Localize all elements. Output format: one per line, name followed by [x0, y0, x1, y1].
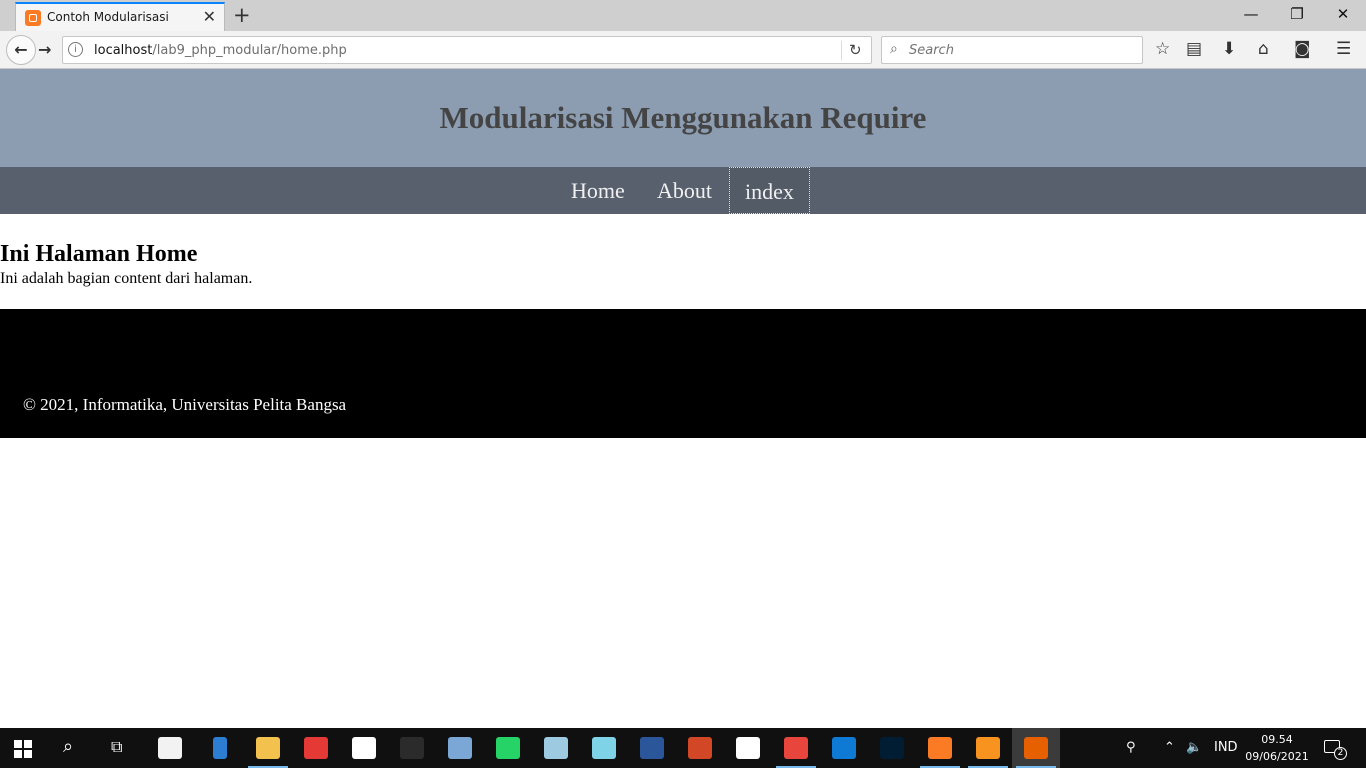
page-header: Modularisasi Menggunakan Require: [0, 69, 1366, 167]
presentation-app-icon: [688, 737, 712, 759]
system-clock[interactable]: 09.54 09/06/2021: [1240, 731, 1314, 765]
virtualbox-app-taskbar-button[interactable]: [436, 728, 484, 768]
search-bar[interactable]: ⌕ Search: [881, 36, 1143, 64]
whatsapp-app-icon: [496, 737, 520, 759]
sublime-app-icon: [976, 737, 1000, 759]
restore-window-icon[interactable]: ❐: [1274, 0, 1320, 30]
new-tab-icon[interactable]: +: [233, 3, 251, 27]
paint-app-taskbar-button[interactable]: [532, 728, 580, 768]
close-tab-icon[interactable]: ✕: [203, 7, 216, 27]
search-taskbar-icon: ⌕: [63, 736, 74, 757]
show-hidden-icons-icon[interactable]: ⌃: [1164, 728, 1175, 768]
word-app-icon: [640, 737, 664, 759]
people-icon[interactable]: ⚲: [1126, 728, 1136, 768]
page-navigation: Home About index: [0, 167, 1366, 214]
nav-link-home[interactable]: Home: [556, 167, 640, 214]
word-doc-app-taskbar-button[interactable]: [724, 728, 772, 768]
forward-arrow-icon[interactable]: →: [38, 40, 51, 59]
home-icon[interactable]: ⌂: [1258, 39, 1269, 59]
terminal-app-taskbar-button[interactable]: [388, 728, 436, 768]
whatsapp-app-taskbar-button[interactable]: [484, 728, 532, 768]
task-view-button[interactable]: ⧉: [96, 728, 144, 768]
firefox-app-icon: [1024, 737, 1048, 759]
action-center-button[interactable]: 2: [1322, 738, 1347, 760]
browser-tab-bar: Contoh Modularisasi ✕ + — ❐ ✕: [0, 0, 1366, 31]
browser-tab[interactable]: Contoh Modularisasi ✕: [15, 2, 225, 31]
xampp-app-taskbar-button[interactable]: [916, 728, 964, 768]
nav-link-about[interactable]: About: [642, 167, 727, 214]
task-view-icon: ⧉: [111, 737, 123, 756]
back-arrow-icon[interactable]: ←: [6, 35, 36, 65]
pocket-icon[interactable]: ◙: [1294, 39, 1311, 59]
xampp-favicon-icon: [25, 10, 41, 26]
clock-date: 09/06/2021: [1245, 750, 1309, 763]
language-indicator[interactable]: IND: [1214, 728, 1238, 768]
app-icon: [213, 737, 227, 759]
footer-text: © 2021, Informatika, Universitas Pelita …: [23, 395, 347, 414]
search-placeholder: Search: [909, 43, 954, 58]
clock-time: 09.54: [1261, 733, 1293, 746]
minimize-window-icon[interactable]: —: [1228, 0, 1274, 30]
reading-list-icon[interactable]: ▤: [1186, 39, 1202, 59]
close-window-icon[interactable]: ✕: [1320, 0, 1366, 30]
mail-app-taskbar-button[interactable]: [340, 728, 388, 768]
word-doc-app-icon: [736, 737, 760, 759]
start-button[interactable]: [0, 728, 48, 768]
notes-app-taskbar-button[interactable]: [580, 728, 628, 768]
xampp-app-icon: [928, 737, 952, 759]
presentation-app-taskbar-button[interactable]: [676, 728, 724, 768]
reload-icon[interactable]: ↻: [849, 41, 862, 59]
url-path: /lab9_php_modular/home.php: [152, 43, 347, 58]
file-explorer-icon: [256, 737, 280, 759]
search-icon: ⌕: [890, 41, 898, 57]
page-title: Modularisasi Menggunakan Require: [439, 100, 927, 135]
store-icon: [158, 737, 182, 759]
url-text[interactable]: localhost/lab9_php_modular/home.php: [94, 43, 347, 58]
content-heading: Ini Halaman Home: [0, 241, 198, 267]
notification-badge: 2: [1334, 747, 1347, 760]
page-content: Ini Halaman Home Ini adalah bagian conte…: [0, 240, 1366, 290]
page-footer: © 2021, Informatika, Universitas Pelita …: [0, 309, 1366, 438]
virtualbox-app-icon: [448, 737, 472, 759]
windows-taskbar: ⌕ ⧉ ⚲ ⌃ 🔈 IND 09.54 09/06/2021 2: [0, 728, 1366, 768]
photoshop-app-icon: [880, 737, 904, 759]
paint-app-icon: [544, 737, 568, 759]
tab-title: Contoh Modularisasi: [47, 10, 169, 24]
chrome-app-taskbar-button[interactable]: [772, 728, 820, 768]
gift-app-taskbar-button[interactable]: [292, 728, 340, 768]
browser-toolbar: ← → i localhost/lab9_php_modular/home.ph…: [0, 31, 1366, 69]
volume-icon[interactable]: 🔈: [1186, 728, 1202, 768]
terminal-app-icon: [400, 737, 424, 759]
vscode-app-taskbar-button[interactable]: [820, 728, 868, 768]
address-bar-divider: [841, 41, 842, 60]
chrome-app-icon: [784, 737, 808, 759]
nav-link-index[interactable]: index: [729, 167, 810, 214]
photoshop-app-taskbar-button[interactable]: [868, 728, 916, 768]
vscode-app-icon: [832, 737, 856, 759]
file-explorer-taskbar-button[interactable]: [244, 728, 292, 768]
word-app-taskbar-button[interactable]: [628, 728, 676, 768]
notes-app-icon: [592, 737, 616, 759]
windows-logo-icon: [14, 740, 32, 758]
gift-app-icon: [304, 737, 328, 759]
store-button[interactable]: [146, 728, 194, 768]
menu-hamburger-icon[interactable]: ☰: [1336, 39, 1351, 59]
mail-app-icon: [352, 737, 376, 759]
firefox-app-taskbar-button[interactable]: [1012, 728, 1060, 768]
app-button[interactable]: [196, 728, 244, 768]
sublime-app-taskbar-button[interactable]: [964, 728, 1012, 768]
site-info-icon[interactable]: i: [68, 42, 83, 57]
url-host: localhost: [94, 43, 153, 58]
content-paragraph: Ini adalah bagian content dari halaman.: [0, 270, 253, 287]
address-bar[interactable]: i localhost/lab9_php_modular/home.php ↻: [62, 36, 872, 64]
search-taskbar-button[interactable]: ⌕: [48, 728, 96, 768]
bookmark-star-icon[interactable]: ☆: [1155, 39, 1170, 59]
downloads-icon[interactable]: ⬇: [1222, 39, 1236, 59]
